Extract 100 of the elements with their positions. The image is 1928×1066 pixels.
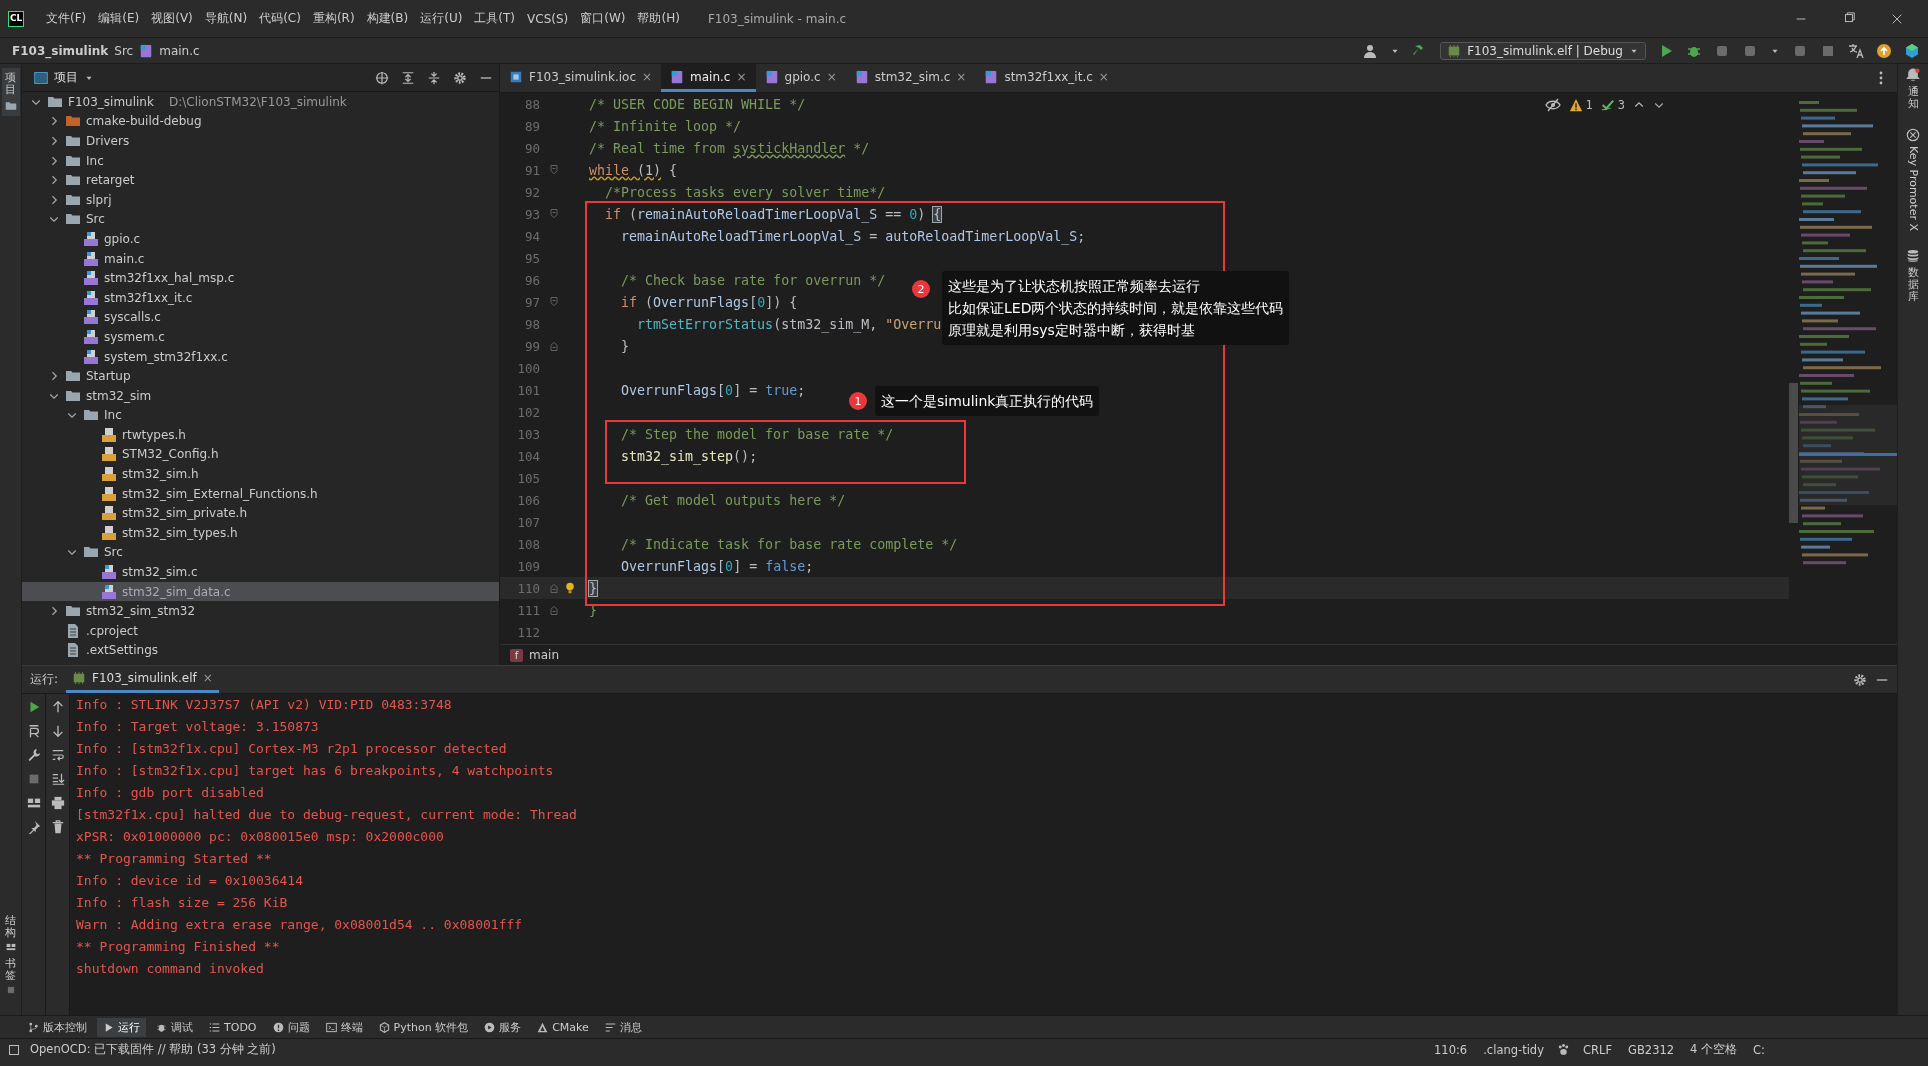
pin-icon[interactable]: [26, 820, 41, 834]
tree-item[interactable]: syscalls.c: [22, 307, 499, 328]
scrollbar-thumb[interactable]: [1789, 383, 1798, 523]
tree-item[interactable]: .extSettings: [22, 640, 499, 661]
tree-item[interactable]: Inc: [22, 150, 499, 171]
tool-window-button[interactable]: TODO: [203, 1018, 263, 1036]
breadcrumb-item[interactable]: F103_simulink: [12, 43, 109, 58]
arrow-up-icon[interactable]: [50, 700, 65, 714]
fold-open-icon[interactable]: [548, 208, 560, 220]
run-tab[interactable]: F103_simulink.elf ×: [66, 666, 219, 693]
project-view-dropdown[interactable]: 项目: [28, 68, 100, 87]
fold-close-icon[interactable]: [548, 604, 560, 616]
tool-window-button[interactable]: 消息: [598, 1017, 648, 1037]
breadcrumb-item[interactable]: main.c: [159, 43, 200, 58]
tree-item[interactable]: retarget: [22, 170, 499, 190]
tree-item[interactable]: system_stm32f1xx.c: [22, 346, 499, 367]
tree-item[interactable]: stm32_sim_External_Functions.h: [22, 483, 499, 504]
fold-open-icon[interactable]: [548, 296, 560, 308]
tool-window-button[interactable]: 服务: [478, 1017, 528, 1037]
tool-window-button[interactable]: 书签: [5, 957, 16, 995]
menu-item[interactable]: 运行(U): [416, 7, 467, 30]
tree-item[interactable]: cmake-build-debug: [22, 111, 499, 132]
tool-window-button[interactable]: 结构: [5, 914, 16, 952]
tree-item[interactable]: Inc: [22, 405, 499, 426]
fold-close-icon[interactable]: [548, 582, 560, 594]
status-panel-icon[interactable]: [8, 1043, 20, 1056]
breadcrumb-item[interactable]: f main: [510, 648, 559, 662]
menu-item[interactable]: 帮助(H): [633, 7, 684, 30]
tree-item[interactable]: STM32_Config.h: [22, 444, 499, 465]
status-item[interactable]: 110:6: [1431, 1042, 1471, 1057]
status-item[interactable]: GB2312: [1625, 1042, 1678, 1057]
menu-item[interactable]: 文件(F): [42, 7, 91, 30]
status-item[interactable]: 4 个空格: [1687, 1042, 1741, 1057]
tool-window-button[interactable]: 版本控制: [22, 1017, 93, 1037]
tree-item[interactable]: slprj: [22, 189, 499, 210]
tree-item[interactable]: main.c: [22, 248, 499, 269]
tree-item[interactable]: stm32_sim.c: [22, 562, 499, 582]
tree-item[interactable]: stm32f1xx_it.c: [22, 287, 499, 308]
editor-tab[interactable]: F103_simulink.ioc ×: [500, 64, 662, 92]
settings-icon[interactable]: [453, 70, 467, 85]
print-icon[interactable]: [50, 796, 65, 810]
lightbulb-icon[interactable]: [564, 581, 576, 595]
editor-tab[interactable]: main.c ×: [661, 64, 756, 92]
menu-item[interactable]: 编辑(E): [94, 7, 144, 30]
menu-item[interactable]: 导航(N): [200, 7, 252, 30]
tree-item[interactable]: Src: [22, 542, 499, 563]
trash-icon[interactable]: [50, 820, 65, 834]
translate-icon[interactable]: [1848, 42, 1864, 59]
close-icon[interactable]: ×: [202, 671, 213, 685]
tree-item[interactable]: sysmem.c: [22, 327, 499, 347]
tree-item[interactable]: stm32_sim.h: [22, 464, 499, 484]
hidden-eye-icon[interactable]: [1544, 97, 1561, 113]
menu-item[interactable]: 代码(C): [255, 7, 305, 30]
close-icon[interactable]: ×: [642, 69, 653, 84]
menu-item[interactable]: 构建(B): [362, 7, 413, 30]
warning-count[interactable]: 1: [1568, 98, 1593, 112]
fold-close-icon[interactable]: [548, 340, 560, 352]
tree-item[interactable]: Src: [22, 209, 499, 230]
tool-window-button[interactable]: 终端: [319, 1017, 369, 1037]
collapse-all-icon[interactable]: [427, 70, 441, 85]
menu-item[interactable]: VCS(S): [523, 8, 573, 29]
tree-item[interactable]: Startup: [22, 366, 499, 386]
tree-item[interactable]: stm32_sim_data.c: [22, 581, 499, 602]
status-item[interactable]: CRLF: [1580, 1042, 1616, 1057]
layout-icon[interactable]: [26, 796, 41, 810]
fold-open-icon[interactable]: [548, 164, 560, 176]
tree-item[interactable]: F103_simulink D:\ClionSTM32\F103_simulink: [22, 92, 499, 112]
tree-item[interactable]: stm32_sim: [22, 385, 499, 406]
user-icon[interactable]: [1362, 42, 1379, 59]
tool-window-button[interactable]: 通知: [1906, 68, 1920, 111]
menu-item[interactable]: 重构(R): [308, 7, 359, 30]
soft-wrap-icon[interactable]: [50, 748, 65, 762]
close-icon[interactable]: ×: [736, 69, 747, 84]
menu-item[interactable]: 窗口(W): [576, 7, 630, 30]
tool-window-button[interactable]: CMake: [531, 1018, 595, 1036]
tool-window-button[interactable]: 问题: [266, 1017, 316, 1037]
tool-window-button[interactable]: 数据库: [1906, 249, 1920, 304]
update-icon[interactable]: [1876, 42, 1892, 59]
settings-icon[interactable]: [1853, 672, 1867, 687]
tree-item[interactable]: .cproject: [22, 621, 499, 641]
editor-tab[interactable]: gpio.c ×: [755, 64, 846, 92]
tree-item[interactable]: gpio.c: [22, 229, 499, 249]
menu-item[interactable]: 视图(V): [147, 7, 197, 30]
tree-item[interactable]: rtwtypes.h: [22, 425, 499, 445]
tree-item[interactable]: Drivers: [22, 131, 499, 151]
tool-window-button[interactable]: Key Promoter X: [1906, 128, 1920, 232]
tree-item[interactable]: stm32_sim_stm32: [22, 601, 499, 622]
tool-window-button[interactable]: 项目: [1, 68, 20, 117]
editor-tab[interactable]: stm32f1xx_it.c ×: [975, 64, 1118, 92]
run-configuration-dropdown[interactable]: F103_simulink.elf | Debug: [1440, 41, 1646, 60]
arrow-down-icon[interactable]: [50, 724, 65, 738]
locate-icon[interactable]: [375, 70, 389, 85]
tool-window-button[interactable]: 运行: [97, 1017, 146, 1037]
tree-item[interactable]: stm32_sim_private.h: [22, 503, 499, 524]
close-icon[interactable]: ×: [956, 69, 967, 84]
paw-icon[interactable]: [1557, 1043, 1570, 1056]
status-item[interactable]: .clang-tidy: [1480, 1042, 1547, 1057]
passed-count[interactable]: 3: [1600, 98, 1625, 112]
tool-window-button[interactable]: Python 软件包: [372, 1017, 475, 1037]
toolbox-icon[interactable]: [1904, 42, 1920, 59]
